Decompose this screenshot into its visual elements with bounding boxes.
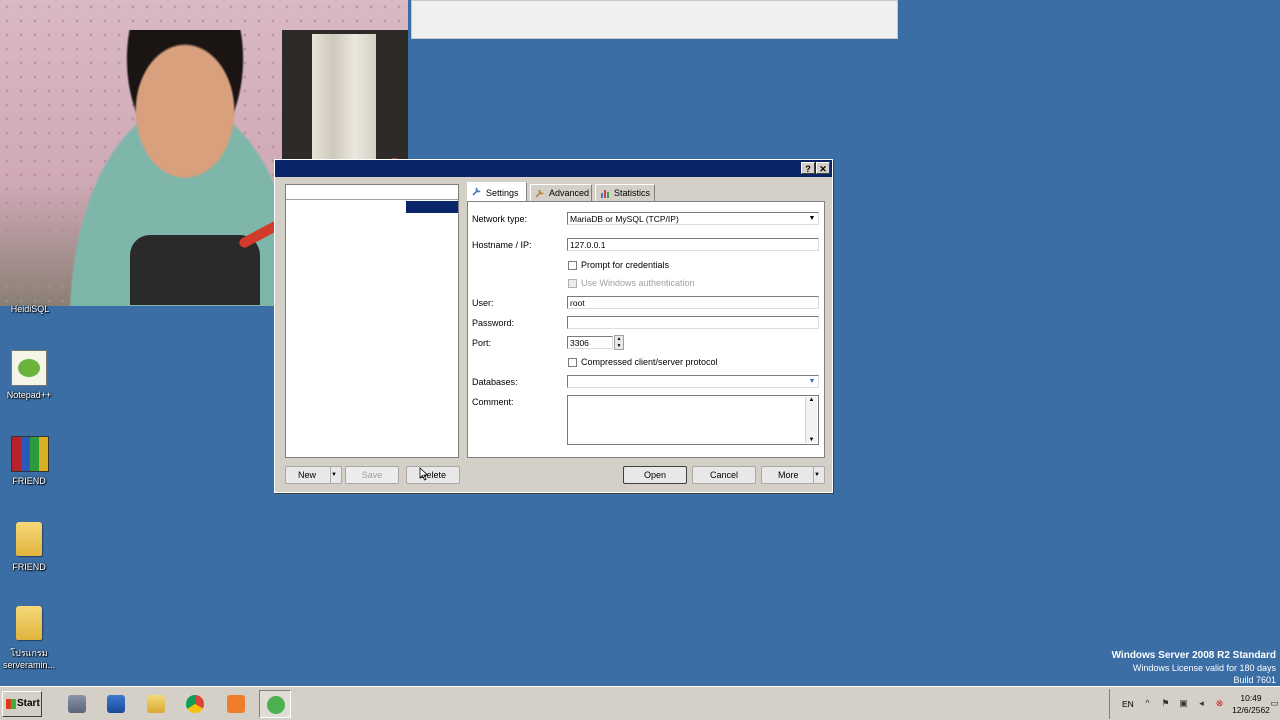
folder-icon <box>147 695 165 713</box>
chevron-down-icon[interactable]: ▼ <box>813 467 824 483</box>
desktop-icon-label: HeidiSQL <box>10 304 50 314</box>
system-tray: EN ^ ⚑ ▣ ◂ ⊗ 10:49 12/6/2562 ▭ <box>1109 689 1280 719</box>
error-icon[interactable]: ⊗ <box>1214 698 1225 709</box>
powershell-icon <box>107 695 125 713</box>
desktop-icon-label: Notepad++ <box>6 390 52 400</box>
delete-button[interactable]: Delete <box>406 466 460 484</box>
bar-chart-icon <box>601 190 609 198</box>
floating-window-strip[interactable] <box>411 0 898 39</box>
prompt-credentials-label: Prompt for credentials <box>581 260 670 270</box>
comment-label: Comment: <box>472 397 514 407</box>
desktop-icon-label: FRIEND <box>12 476 46 486</box>
port-label: Port: <box>472 338 492 348</box>
port-input[interactable]: 3306 <box>567 336 613 349</box>
chevron-down-icon: ▼ <box>808 378 816 385</box>
databases-select[interactable]: ▼ <box>567 375 819 388</box>
taskbar-explorer[interactable] <box>140 690 172 718</box>
desktop-icon-label: FRIEND <box>12 562 46 572</box>
prompt-credentials-checkbox[interactable] <box>568 261 577 270</box>
xampp-icon <box>227 695 245 713</box>
session-list[interactable] <box>285 184 459 458</box>
compressed-protocol-label: Compressed client/server protocol <box>581 357 718 367</box>
password-input[interactable] <box>567 316 819 329</box>
flag-icon[interactable]: ⚑ <box>1160 698 1171 709</box>
server-manager-icon <box>68 695 86 713</box>
network-type-label: Network type: <box>472 214 528 224</box>
comment-scrollbar[interactable]: ▲ ▼ <box>805 397 817 443</box>
hostname-input[interactable]: 127.0.0.1 <box>567 238 819 251</box>
windows-logo-icon <box>6 699 16 709</box>
help-button[interactable]: ? <box>801 162 815 174</box>
watermark-license: Windows License valid for 180 days <box>1132 663 1276 673</box>
watermark-build: Build 7601 <box>1233 675 1276 685</box>
taskbar-heidisql[interactable] <box>259 690 291 718</box>
network-icon[interactable]: ▣ <box>1178 698 1189 709</box>
save-button: Save <box>345 466 399 484</box>
taskbar-chrome[interactable] <box>179 690 211 718</box>
user-input[interactable]: root <box>567 296 819 309</box>
windows-watermark: Windows Server 2008 R2 Standard Windows … <box>1112 650 1276 686</box>
clock-date[interactable]: 12/6/2562 <box>1228 705 1274 715</box>
folder-icon <box>11 606 47 642</box>
databases-label: Databases: <box>472 377 518 387</box>
password-label: Password: <box>472 318 515 328</box>
windows-auth-label: Use Windows authentication <box>581 278 695 288</box>
chrome-icon <box>186 695 204 713</box>
tab-advanced[interactable]: Advanced <box>530 184 592 201</box>
watermark-edition: Windows Server 2008 R2 Standard <box>1111 650 1276 661</box>
desktop-icon-label: โปรแกรม serveramin... <box>2 648 55 670</box>
port-stepper[interactable]: ▲ ▼ <box>614 335 624 350</box>
dialog-titlebar[interactable]: ? ✕ <box>275 160 832 177</box>
settings-panel: Network type: MariaDB or MySQL (TCP/IP) … <box>467 201 825 458</box>
clock-time[interactable]: 10:49 <box>1234 693 1268 703</box>
heidisql-icon <box>267 696 285 714</box>
taskbar-server-manager[interactable] <box>61 690 93 718</box>
open-button[interactable]: Open <box>623 466 687 484</box>
start-button[interactable]: Start <box>2 691 42 717</box>
desktop-icon-notepadpp[interactable]: Notepad++ <box>0 350 64 400</box>
taskbar-powershell[interactable] <box>100 690 132 718</box>
tab-statistics[interactable]: Statistics <box>595 184 655 201</box>
cancel-button[interactable]: Cancel <box>692 466 756 484</box>
new-button[interactable]: New ▼ <box>285 466 342 484</box>
show-desktop-icon[interactable]: ▭ <box>1270 698 1279 709</box>
wrench-icon <box>535 189 544 198</box>
folder-icon <box>11 522 47 558</box>
compressed-protocol-checkbox[interactable] <box>568 358 577 367</box>
taskbar: Start EN ^ ⚑ ▣ ◂ ⊗ 10:49 12/6/2562 ▭ <box>0 686 1280 720</box>
network-type-select[interactable]: MariaDB or MySQL (TCP/IP) ▼ <box>567 212 819 225</box>
user-label: User: <box>472 298 494 308</box>
session-list-selected-row[interactable] <box>406 201 458 213</box>
tab-settings[interactable]: Settings <box>467 182 527 202</box>
more-button[interactable]: More ▼ <box>761 466 825 484</box>
desktop-icon-serveramin[interactable]: โปรแกรม serveramin... <box>0 606 64 670</box>
notepadpp-icon <box>11 350 47 386</box>
desktop-icon-heidisql[interactable]: HeidiSQL <box>0 304 65 314</box>
windows-auth-checkbox <box>568 279 577 288</box>
session-list-header[interactable] <box>286 185 458 200</box>
language-indicator[interactable]: EN <box>1122 699 1134 709</box>
desktop-icon-friend-winrar[interactable]: FRIEND <box>0 436 64 486</box>
taskbar-xampp[interactable] <box>220 690 252 718</box>
winrar-icon <box>11 436 49 472</box>
desktop-icon-friend-folder[interactable]: FRIEND <box>0 522 64 572</box>
chevron-down-icon: ▼ <box>808 215 816 222</box>
session-manager-dialog: ? ✕ Settings Advanced Statistics Network… <box>274 159 833 493</box>
chevron-up-icon[interactable]: ^ <box>1142 698 1153 709</box>
close-button[interactable]: ✕ <box>816 162 830 174</box>
wrench-icon <box>472 187 481 196</box>
mouse-cursor-icon <box>419 467 429 481</box>
speaker-icon[interactable]: ◂ <box>1196 698 1207 709</box>
hostname-label: Hostname / IP: <box>472 240 532 250</box>
chevron-down-icon[interactable]: ▼ <box>330 467 341 483</box>
comment-textarea[interactable]: ▲ ▼ <box>567 395 819 445</box>
